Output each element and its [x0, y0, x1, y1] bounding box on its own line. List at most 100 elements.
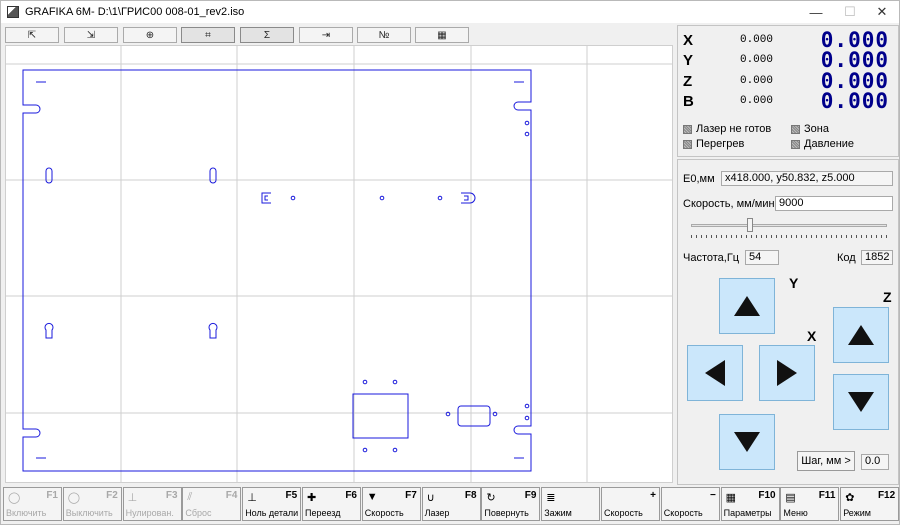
f12-mode-icon: ✿	[845, 492, 855, 504]
freq-field: 54	[745, 250, 779, 265]
fkey-label: +	[650, 490, 656, 501]
status-pressure: Давление	[791, 138, 854, 150]
coord-row-b: B 0.000 0.000	[683, 89, 893, 113]
freq-label: Частота,Гц	[683, 252, 740, 264]
sum-button[interactable]: Σ	[240, 27, 294, 43]
speed-label: Скорость, мм/мин	[683, 198, 775, 210]
status-indicator	[791, 139, 800, 149]
f6-move-button[interactable]: ✚ F6 Переезд	[302, 487, 361, 521]
fkey-caption: Нулирован.	[125, 508, 174, 518]
jog-y-minus-button[interactable]	[719, 414, 775, 470]
f2-power-off-button[interactable]: ◯ F2 Выключить	[62, 487, 122, 521]
fkey-label: F11	[818, 490, 836, 501]
fkey-label: F9	[524, 490, 537, 501]
y-axis-label: Y	[789, 275, 799, 291]
jog-z-plus-button[interactable]	[833, 307, 889, 363]
step-field: 0.0	[861, 454, 889, 470]
coord-row-z: Z 0.000 0.000	[683, 69, 893, 93]
fkey-caption: Скорость	[364, 508, 404, 518]
code-label: Код	[837, 252, 856, 264]
f9-rotate-button[interactable]: ↻ F9 Повернуть	[481, 487, 541, 521]
part-outline	[22, 69, 532, 472]
status-label: Зона	[804, 123, 829, 135]
status-overheat: Перегрев	[683, 138, 744, 150]
f8-laser-icon: ∪	[426, 492, 435, 504]
f4-reset-icon: ⫽	[187, 491, 193, 503]
f10-parameters-button[interactable]: ▦ F10 Параметры	[720, 487, 780, 521]
status-label: Давление	[804, 138, 855, 150]
coord-small: 0.000	[739, 95, 773, 107]
f11-menu-icon: ▤	[785, 492, 796, 504]
code-field: 1852	[861, 250, 893, 265]
status-label: Перегрев	[696, 138, 745, 150]
step-button[interactable]: Шаг, мм >	[797, 451, 855, 471]
jog-z-minus-button[interactable]	[833, 374, 889, 430]
arrow-up-icon	[848, 325, 874, 345]
f1-power-on-button[interactable]: ◯ F1 Включить	[3, 487, 62, 521]
e0-label: E0,мм	[683, 173, 715, 185]
clamp-icon: ≣	[546, 492, 556, 504]
speed-slider-thumb[interactable]	[746, 218, 753, 232]
status-label: Лазер не готов	[696, 123, 772, 135]
view-toolbar: ⇱ ⇲ ⊕ ⌗ Σ ⇥ № ▦	[5, 27, 675, 43]
f8-laser-button[interactable]: ∪ F8 Лазер	[421, 487, 481, 521]
fkey-caption: Параметры	[723, 508, 772, 518]
pan-button[interactable]: ⊕	[123, 27, 177, 43]
fkey-label: F1	[46, 490, 58, 501]
fkey-label: F2	[106, 490, 118, 501]
fkey-caption: Ноль детали	[245, 508, 299, 518]
zoom-out-button[interactable]: ⇲	[64, 27, 118, 43]
axis-label: X	[683, 31, 694, 49]
coord-row-x: X 0.000 0.000	[683, 28, 893, 52]
f5-part-zero-button[interactable]: ⊥ F5 Ноль детали	[242, 487, 302, 521]
fit-button[interactable]: ⌗	[181, 27, 235, 43]
drawing-canvas[interactable]	[5, 45, 673, 483]
speed-minus-button[interactable]: − Скорость	[660, 487, 720, 521]
fkey-caption: Режим	[843, 508, 871, 518]
function-key-bar: ◯ F1 Включить ◯ F2 Выключить ⊥ F3 Нулирован. ⫽ F4 С…	[1, 487, 900, 523]
maximize-button[interactable]: ☐	[833, 1, 867, 23]
fkey-caption: Скорость	[604, 508, 643, 518]
coord-small: 0.000	[739, 75, 773, 87]
status-laser: Лазер не готов	[683, 123, 771, 135]
fkey-caption: Зажим	[544, 508, 572, 518]
minimize-button[interactable]: —	[799, 1, 833, 23]
speed-input[interactable]: 9000	[775, 196, 893, 211]
fkey-caption: Сброс	[185, 508, 212, 518]
f3-homing-button[interactable]: ⊥ F3 Нулирован.	[122, 487, 182, 521]
f12-mode-button[interactable]: ✿ F12 Режим	[840, 487, 900, 521]
number-button[interactable]: №	[357, 27, 411, 43]
status-indicator	[683, 124, 692, 134]
speed-slider-track[interactable]	[691, 224, 887, 227]
f1-power-on-icon: ◯	[8, 492, 21, 504]
fkey-label: F6	[345, 490, 357, 501]
axis-label: Y	[683, 51, 694, 69]
fkey-label: F4	[225, 490, 238, 501]
goto-button[interactable]: ⇥	[299, 27, 353, 43]
arrow-down-icon	[734, 432, 760, 452]
jog-x-minus-button[interactable]	[687, 345, 743, 401]
f4-reset-button[interactable]: ⫽ F4 Сброс	[182, 487, 242, 521]
fkey-caption: Выключить	[65, 508, 113, 518]
fkey-caption: Повернуть	[484, 508, 529, 518]
x-axis-label: X	[807, 328, 817, 344]
app-icon	[7, 6, 19, 18]
f11-menu-button[interactable]: ▤ F11 Меню	[780, 487, 840, 521]
fkey-label: F7	[405, 490, 417, 501]
zoom-in-button[interactable]: ⇱	[5, 27, 59, 43]
grid-button[interactable]: ▦	[415, 27, 469, 43]
speed-plus-button[interactable]: + Скорость	[601, 487, 660, 521]
f7-speed-button[interactable]: ▼ F7 Скорость	[361, 487, 421, 521]
jog-y-plus-button[interactable]	[719, 278, 775, 334]
fkey-caption: Меню	[783, 508, 808, 518]
fkey-label: −	[709, 490, 716, 501]
close-button[interactable]: ✕	[865, 1, 899, 23]
f6-move-icon: ✚	[307, 492, 317, 504]
fkey-caption: Включить	[6, 508, 47, 518]
jog-x-plus-button[interactable]	[759, 345, 815, 401]
fkey-label: F8	[464, 490, 477, 501]
f2-power-off-icon: ◯	[67, 492, 81, 504]
axis-label: B	[683, 92, 694, 110]
z-axis-label: Z	[883, 289, 892, 305]
clamp-button[interactable]: ≣ Зажим	[541, 487, 601, 521]
